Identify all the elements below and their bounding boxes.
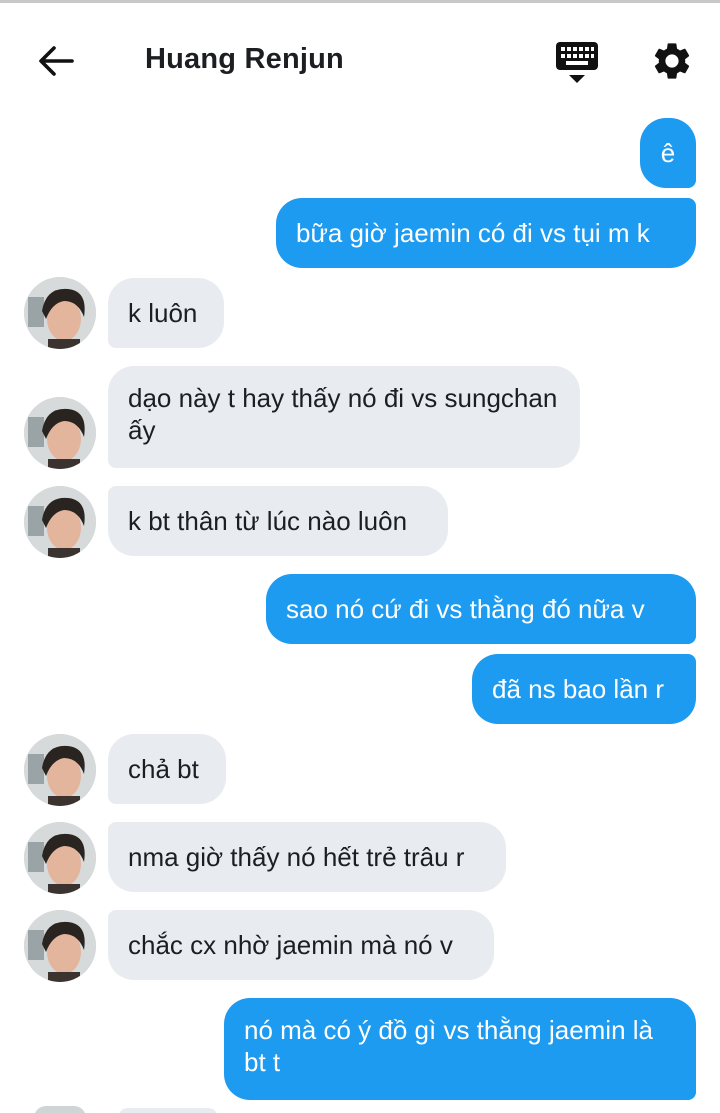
avatar-image [24,277,96,349]
settings-button[interactable] [650,39,694,83]
avatar-image [24,397,96,469]
message-text: bữa giờ jaemin có đi vs tụi m k [296,218,650,248]
keyboard-icon [556,42,598,83]
message-text: dạo này t hay thấy nó đi vs sungchan ấy [128,383,558,445]
avatar[interactable] [24,734,96,806]
message-bubble-incoming[interactable]: chả bt [108,734,226,804]
avatar-image [24,822,96,894]
avatar-partial [34,1106,86,1113]
message-text: chả bt [128,754,199,784]
message-bubble-incoming[interactable]: chắc cx nhờ jaemin mà nó v [108,910,494,980]
message-text: sao nó cứ đi vs thằng đó nữa v [286,594,645,624]
message-bubble-incoming[interactable]: dạo này t hay thấy nó đi vs sungchan ấy [108,366,580,468]
back-button[interactable] [36,43,76,79]
avatar[interactable] [24,822,96,894]
message-bubble-incoming[interactable]: nma giờ thấy nó hết trẻ trâu r [108,822,506,892]
message-text: chắc cx nhờ jaemin mà nó v [128,930,453,960]
back-arrow-icon [39,46,74,76]
message-text: đã ns bao lần r [492,674,665,704]
avatar[interactable] [24,486,96,558]
avatar-image [24,910,96,982]
message-bubble-outgoing[interactable]: bữa giờ jaemin có đi vs tụi m k [276,198,696,268]
message-bubble-outgoing[interactable]: đã ns bao lần r [472,654,696,724]
message-text: k luôn [128,298,198,328]
message-bubble-outgoing[interactable]: ê [640,118,696,188]
message-bubble-partial [118,1108,218,1113]
message-text: k bt thân từ lúc nào luôn [128,506,408,536]
message-bubble-outgoing[interactable]: nó mà có ý đồ gì vs thằng jaemin là bt t [224,998,696,1100]
message-text: ê [660,138,676,168]
chat-title: Huang Renjun [145,43,344,75]
message-text: nma giờ thấy nó hết trẻ trâu r [128,842,465,872]
avatar-image [24,486,96,558]
message-bubble-incoming[interactable]: k luôn [108,278,224,348]
avatar[interactable] [24,397,96,469]
avatar[interactable] [24,910,96,982]
chat-header: Huang Renjun [0,3,720,113]
avatar-image [24,734,96,806]
keyboard-button[interactable] [555,40,599,84]
avatar[interactable] [24,277,96,349]
message-bubble-incoming[interactable]: k bt thân từ lúc nào luôn [108,486,448,556]
message-text: nó mà có ý đồ gì vs thằng jaemin là bt t [244,1015,654,1077]
gear-icon [654,43,690,79]
message-bubble-outgoing[interactable]: sao nó cứ đi vs thằng đó nữa v [266,574,696,644]
